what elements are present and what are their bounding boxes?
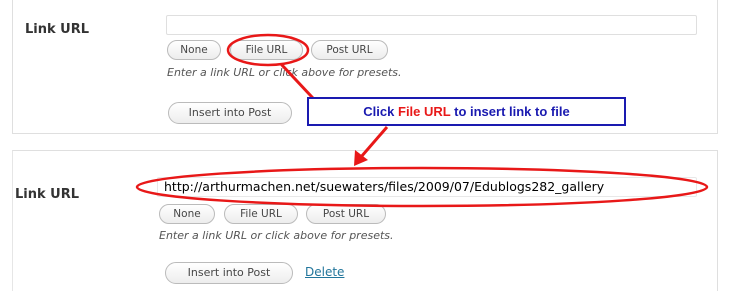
- url-field-highlight-ellipse: [135, 166, 709, 208]
- instruction-callout: Click File URL to insert link to file: [307, 97, 626, 126]
- file-url-highlight-ellipse: [226, 33, 310, 67]
- callout-highlight: File URL: [398, 104, 451, 119]
- arrow-to-url-field-line: [359, 126, 389, 158]
- callout-suffix: to insert link to file: [454, 104, 570, 119]
- callout-prefix: Click: [363, 104, 395, 119]
- annotation-overlay: [135, 33, 709, 208]
